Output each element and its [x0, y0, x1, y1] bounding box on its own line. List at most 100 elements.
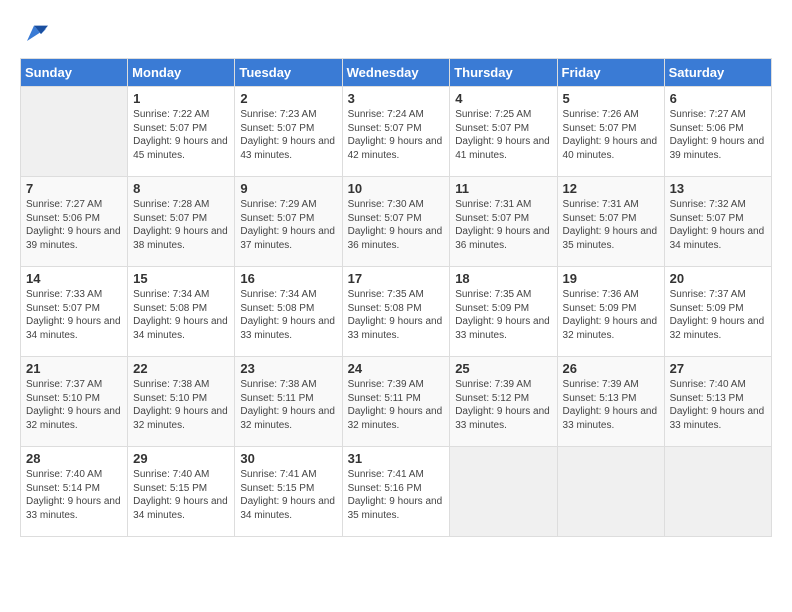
calendar-cell: 27Sunrise: 7:40 AMSunset: 5:13 PMDayligh… [664, 357, 771, 447]
day-number: 28 [26, 451, 122, 466]
day-number: 12 [563, 181, 659, 196]
calendar-table: SundayMondayTuesdayWednesdayThursdayFrid… [20, 58, 772, 537]
calendar-cell: 12 Sunrise: 7:31 AMSunset: 5:07 PMDayligh… [557, 177, 664, 267]
calendar-cell: 10 Sunrise: 7:30 AMSunset: 5:07 PMDayligh… [342, 177, 450, 267]
calendar-cell: 18 Sunrise: 7:35 AMSunset: 5:09 PMDayligh… [450, 267, 557, 357]
day-number: 9 [240, 181, 336, 196]
day-number: 7 [26, 181, 122, 196]
day-number: 8 [133, 181, 229, 196]
day-number: 16 [240, 271, 336, 286]
calendar-cell: 26 Sunrise: 7:39 AMSunset: 5:13 PMDayligh… [557, 357, 664, 447]
day-number: 24 [348, 361, 445, 376]
calendar-cell: 15Sunrise: 7:34 AMSunset: 5:08 PMDayligh… [128, 267, 235, 357]
day-number: 14 [26, 271, 122, 286]
day-info: Sunrise: 7:35 AMSunset: 5:09 PMDaylight:… [455, 288, 551, 342]
day-info: Sunrise: 7:33 AMSunset: 5:07 PMDaylight:… [26, 288, 122, 342]
day-info: Sunrise: 7:26 AMSunset: 5:07 PMDaylight:… [563, 108, 659, 162]
page-header [20, 20, 772, 48]
day-info: Sunrise: 7:29 AMSunset: 5:07 PMDaylight:… [240, 198, 336, 252]
day-number: 21 [26, 361, 122, 376]
calendar-week-row: 14 Sunrise: 7:33 AMSunset: 5:07 PMDayligh… [21, 267, 772, 357]
calendar-cell: 28 Sunrise: 7:40 AMSunset: 5:14 PMDayligh… [21, 447, 128, 537]
logo-icon [20, 20, 48, 48]
day-info: Sunrise: 7:37 AMSunset: 5:10 PMDaylight:… [26, 378, 122, 432]
day-number: 30 [240, 451, 336, 466]
calendar-week-row: 7 Sunrise: 7:27 AMSunset: 5:06 PMDaylight… [21, 177, 772, 267]
day-number: 10 [348, 181, 445, 196]
day-info: Sunrise: 7:41 AMSunset: 5:16 PMDaylight:… [348, 468, 445, 522]
day-number: 13 [670, 181, 766, 196]
calendar-cell: 30 Sunrise: 7:41 AMSunset: 5:15 PMDayligh… [235, 447, 342, 537]
day-number: 22 [133, 361, 229, 376]
day-info: Sunrise: 7:24 AMSunset: 5:07 PMDaylight:… [348, 108, 445, 162]
day-number: 2 [240, 91, 336, 106]
day-number: 18 [455, 271, 551, 286]
day-number: 26 [563, 361, 659, 376]
calendar-cell: 4 Sunrise: 7:25 AMSunset: 5:07 PMDaylight… [450, 87, 557, 177]
day-info: Sunrise: 7:40 AMSunset: 5:14 PMDaylight:… [26, 468, 122, 522]
weekday-header-sunday: Sunday [21, 59, 128, 87]
calendar-cell: 11 Sunrise: 7:31 AMSunset: 5:07 PMDayligh… [450, 177, 557, 267]
day-number: 31 [348, 451, 445, 466]
calendar-cell: 23 Sunrise: 7:38 AMSunset: 5:11 PMDayligh… [235, 357, 342, 447]
day-info: Sunrise: 7:31 AMSunset: 5:07 PMDaylight:… [563, 198, 659, 252]
day-info: Sunrise: 7:30 AMSunset: 5:07 PMDaylight:… [348, 198, 445, 252]
day-info: Sunrise: 7:38 AMSunset: 5:11 PMDaylight:… [240, 378, 336, 432]
logo [20, 20, 50, 48]
day-info: Sunrise: 7:36 AMSunset: 5:09 PMDaylight:… [563, 288, 659, 342]
calendar-cell: 2Sunrise: 7:23 AMSunset: 5:07 PMDaylight… [235, 87, 342, 177]
calendar-cell: 5Sunrise: 7:26 AMSunset: 5:07 PMDaylight… [557, 87, 664, 177]
weekday-header-friday: Friday [557, 59, 664, 87]
calendar-cell: 25 Sunrise: 7:39 AMSunset: 5:12 PMDayligh… [450, 357, 557, 447]
calendar-cell: 31 Sunrise: 7:41 AMSunset: 5:16 PMDayligh… [342, 447, 450, 537]
calendar-cell: 29Sunrise: 7:40 AMSunset: 5:15 PMDayligh… [128, 447, 235, 537]
day-info: Sunrise: 7:25 AMSunset: 5:07 PMDaylight:… [455, 108, 551, 162]
day-number: 25 [455, 361, 551, 376]
calendar-week-row: 1 Sunrise: 7:22 AMSunset: 5:07 PMDaylight… [21, 87, 772, 177]
day-number: 3 [348, 91, 445, 106]
calendar-cell: 24 Sunrise: 7:39 AMSunset: 5:11 PMDayligh… [342, 357, 450, 447]
weekday-header-monday: Monday [128, 59, 235, 87]
day-info: Sunrise: 7:35 AMSunset: 5:08 PMDaylight:… [348, 288, 445, 342]
calendar-cell: 8 Sunrise: 7:28 AMSunset: 5:07 PMDaylight… [128, 177, 235, 267]
day-number: 4 [455, 91, 551, 106]
day-info: Sunrise: 7:22 AMSunset: 5:07 PMDaylight:… [133, 108, 229, 162]
calendar-cell: 20Sunrise: 7:37 AMSunset: 5:09 PMDayligh… [664, 267, 771, 357]
calendar-cell [664, 447, 771, 537]
calendar-cell: 21 Sunrise: 7:37 AMSunset: 5:10 PMDayligh… [21, 357, 128, 447]
calendar-cell: 6Sunrise: 7:27 AMSunset: 5:06 PMDaylight… [664, 87, 771, 177]
day-info: Sunrise: 7:27 AMSunset: 5:06 PMDaylight:… [26, 198, 122, 252]
calendar-cell: 19Sunrise: 7:36 AMSunset: 5:09 PMDayligh… [557, 267, 664, 357]
day-info: Sunrise: 7:39 AMSunset: 5:11 PMDaylight:… [348, 378, 445, 432]
weekday-header-tuesday: Tuesday [235, 59, 342, 87]
weekday-header-wednesday: Wednesday [342, 59, 450, 87]
day-number: 11 [455, 181, 551, 196]
calendar-cell [557, 447, 664, 537]
day-info: Sunrise: 7:40 AMSunset: 5:13 PMDaylight:… [670, 378, 766, 432]
calendar-cell: 3 Sunrise: 7:24 AMSunset: 5:07 PMDaylight… [342, 87, 450, 177]
day-number: 1 [133, 91, 229, 106]
day-number: 17 [348, 271, 445, 286]
day-info: Sunrise: 7:31 AMSunset: 5:07 PMDaylight:… [455, 198, 551, 252]
calendar-cell: 1 Sunrise: 7:22 AMSunset: 5:07 PMDaylight… [128, 87, 235, 177]
weekday-header-thursday: Thursday [450, 59, 557, 87]
day-info: Sunrise: 7:39 AMSunset: 5:12 PMDaylight:… [455, 378, 551, 432]
calendar-header-row: SundayMondayTuesdayWednesdayThursdayFrid… [21, 59, 772, 87]
calendar-week-row: 28 Sunrise: 7:40 AMSunset: 5:14 PMDayligh… [21, 447, 772, 537]
calendar-cell: 9 Sunrise: 7:29 AMSunset: 5:07 PMDaylight… [235, 177, 342, 267]
day-info: Sunrise: 7:28 AMSunset: 5:07 PMDaylight:… [133, 198, 229, 252]
day-info: Sunrise: 7:34 AMSunset: 5:08 PMDaylight:… [240, 288, 336, 342]
day-info: Sunrise: 7:37 AMSunset: 5:09 PMDaylight:… [670, 288, 766, 342]
calendar-cell: 7 Sunrise: 7:27 AMSunset: 5:06 PMDaylight… [21, 177, 128, 267]
calendar-cell [450, 447, 557, 537]
day-info: Sunrise: 7:32 AMSunset: 5:07 PMDaylight:… [670, 198, 766, 252]
calendar-cell: 13 Sunrise: 7:32 AMSunset: 5:07 PMDayligh… [664, 177, 771, 267]
day-info: Sunrise: 7:39 AMSunset: 5:13 PMDaylight:… [563, 378, 659, 432]
day-number: 23 [240, 361, 336, 376]
day-info: Sunrise: 7:41 AMSunset: 5:15 PMDaylight:… [240, 468, 336, 522]
calendar-cell: 22Sunrise: 7:38 AMSunset: 5:10 PMDayligh… [128, 357, 235, 447]
day-info: Sunrise: 7:27 AMSunset: 5:06 PMDaylight:… [670, 108, 766, 162]
day-info: Sunrise: 7:34 AMSunset: 5:08 PMDaylight:… [133, 288, 229, 342]
calendar-cell [21, 87, 128, 177]
day-info: Sunrise: 7:40 AMSunset: 5:15 PMDaylight:… [133, 468, 229, 522]
